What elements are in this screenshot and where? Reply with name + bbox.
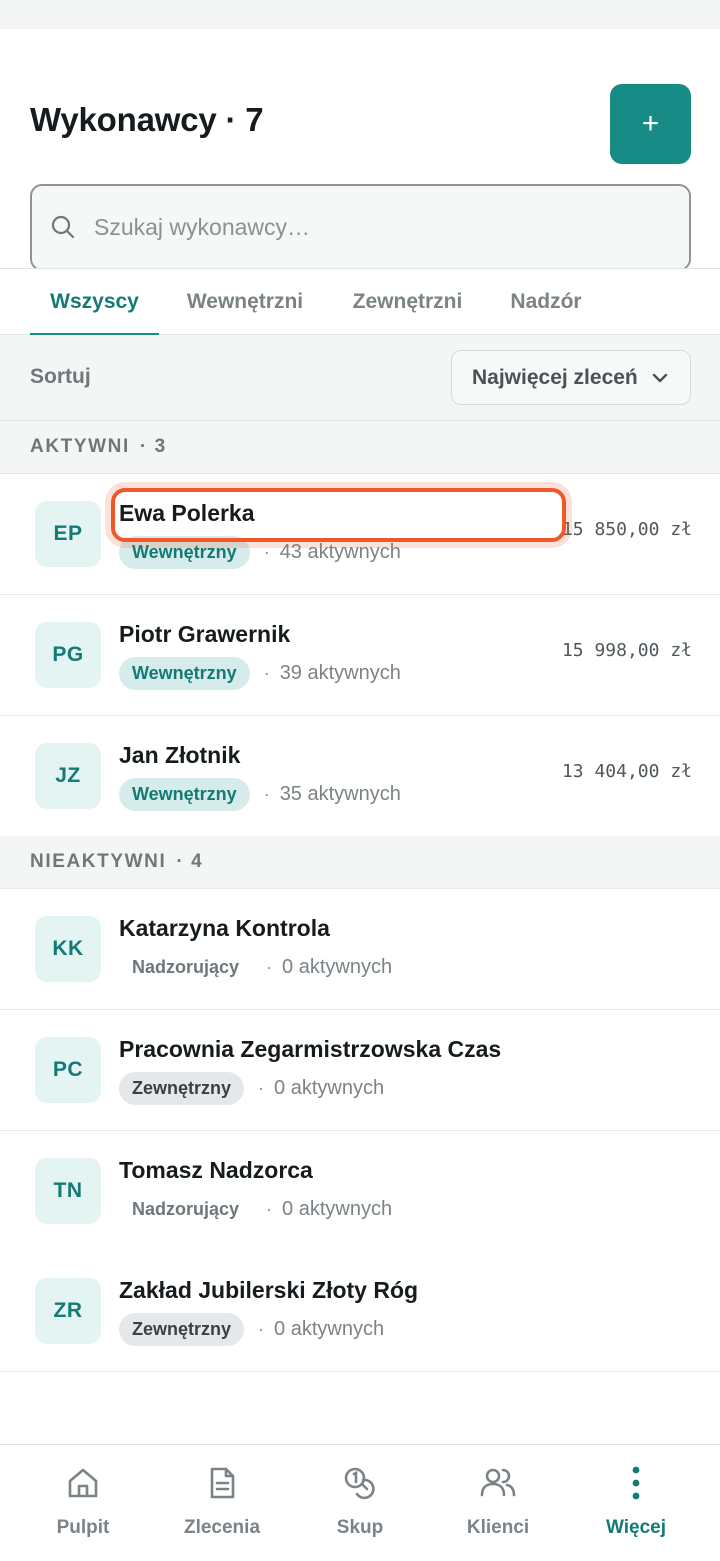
contractor-meta: Zewnętrzny · 0 aktywnych (119, 1313, 384, 1346)
tab-wszyscy[interactable]: Wszyscy (30, 269, 159, 336)
avatar: EP (35, 501, 101, 567)
nav-item-skup[interactable]: Skup (288, 1445, 432, 1561)
type-badge: Zewnętrzny (119, 1072, 245, 1105)
plus-icon: + (641, 107, 660, 140)
amount-value: 15 998,00 zł (561, 640, 692, 661)
section-count: · 4 (176, 851, 204, 872)
search-input[interactable] (94, 214, 654, 241)
chevron-down-icon (650, 368, 670, 388)
active-orders-count: 35 aktywnych (279, 783, 401, 805)
contractor-row[interactable]: PG Piotr Grawernik Wewnętrzny · 39 aktyw… (0, 595, 720, 716)
page-header: Wykonawcy · 7 + (0, 29, 720, 271)
type-badge: Nadzorujący (132, 957, 240, 977)
contractor-meta: Zewnętrzny · 0 aktywnych (119, 1072, 384, 1105)
page-title: Wykonawcy · 7 (30, 101, 264, 138)
contractor-row[interactable]: PC Pracownia Zegarmistrzowska Czas Zewnę… (0, 1010, 720, 1131)
section-count: · 3 (139, 436, 167, 457)
type-badge: Nadzorujący (132, 1199, 240, 1219)
avatar: JZ (35, 743, 101, 809)
users-icon (478, 1463, 518, 1503)
active-orders-count: 0 aktywnych (274, 1077, 385, 1099)
contractor-name: Katarzyna Kontrola (119, 915, 330, 941)
nav-label: Pulpit (56, 1517, 110, 1538)
separator-dot: · (266, 1199, 273, 1219)
contractor-name: Jan Złotnik (119, 742, 241, 768)
active-orders-count: 43 aktywnych (279, 541, 401, 563)
section-header-inactive: NIEAKTYWNI · 4 (0, 836, 720, 889)
nav-item-zlecenia[interactable]: Zlecenia (150, 1445, 294, 1561)
avatar: PG (35, 622, 101, 688)
type-badge: Wewnętrzny (119, 778, 250, 811)
tab-wewnetrzni[interactable]: Wewnętrzni (170, 269, 320, 335)
sort-dropdown[interactable]: Najwięcej zleceń (451, 350, 691, 405)
highlight-box (111, 488, 566, 542)
active-orders-count: 0 aktywnych (282, 956, 393, 978)
contractor-name: Tomasz Nadzorca (119, 1157, 313, 1183)
amount-value: 15 850,00 zł (561, 519, 692, 540)
nav-label: Więcej (605, 1517, 667, 1538)
contractor-name: Zakład Jubilerski Złoty Róg (119, 1277, 419, 1303)
section-title: AKTYWNI (30, 436, 130, 457)
contractor-row[interactable]: JZ Jan Złotnik Wewnętrzny · 35 aktywnych… (0, 716, 720, 837)
type-badge: Wewnętrzny (119, 657, 250, 690)
type-badge: Zewnętrzny (119, 1313, 245, 1346)
contractor-meta: Nadzorujący · 0 aktywnych (119, 1193, 392, 1226)
add-contractor-button[interactable]: + (610, 84, 691, 164)
nav-label: Skup (336, 1517, 384, 1538)
contractor-row[interactable]: ZR Zakład Jubilerski Złoty Róg Zewnętrzn… (0, 1251, 720, 1372)
document-icon (202, 1463, 242, 1503)
contractor-row[interactable]: TN Tomasz Nadzorca Nadzorujący · 0 aktyw… (0, 1131, 720, 1252)
active-orders-count: 39 aktywnych (279, 662, 401, 684)
search-icon (50, 214, 78, 242)
contractor-name: Piotr Grawernik (119, 621, 291, 647)
separator-dot: · (258, 1078, 265, 1098)
contractor-meta: Wewnętrzny · 39 aktywnych (119, 657, 401, 690)
section-header-active: AKTYWNI · 3 (0, 421, 720, 474)
tab-nadzor[interactable]: Nadzór (496, 269, 596, 335)
active-orders-count: 0 aktywnych (282, 1198, 393, 1220)
filter-tabs: Wszyscy Wewnętrzni Zewnętrzni Nadzór (0, 268, 720, 336)
amount-value: 13 404,00 zł (561, 761, 692, 782)
active-orders-count: 0 aktywnych (274, 1318, 385, 1340)
nav-item-pulpit[interactable]: Pulpit (11, 1445, 155, 1561)
separator-dot: · (258, 1319, 265, 1339)
separator-dot: · (263, 542, 270, 562)
nav-item-wiecej[interactable]: Więcej (564, 1445, 708, 1561)
sort-selected-value: Najwięcej zleceń (472, 365, 638, 389)
nav-item-klienci[interactable]: Klienci (426, 1445, 570, 1561)
section-title: NIEAKTYWNI (30, 851, 167, 872)
more-vertical-icon (616, 1463, 656, 1503)
sort-label: Sortuj (30, 365, 91, 388)
contractor-meta: Nadzorujący · 0 aktywnych (119, 951, 392, 984)
home-icon (63, 1463, 103, 1503)
contractor-meta: Wewnętrzny · 35 aktywnych (119, 778, 401, 811)
avatar: TN (35, 1158, 101, 1224)
separator-dot: · (266, 957, 273, 977)
separator-dot: · (263, 784, 270, 804)
avatar: PC (35, 1037, 101, 1103)
nav-label: Klienci (466, 1517, 530, 1538)
contractor-row[interactable]: EP Ewa Polerka Wewnętrzny · 43 aktywnych… (0, 474, 720, 595)
avatar: KK (35, 916, 101, 982)
status-bar (0, 0, 720, 29)
search-box[interactable] (30, 184, 691, 271)
coins-icon (340, 1463, 380, 1503)
contractor-row[interactable]: KK Katarzyna Kontrola Nadzorujący · 0 ak… (0, 889, 720, 1010)
tab-zewnetrzni[interactable]: Zewnętrzni (335, 269, 480, 335)
nav-label: Zlecenia (183, 1517, 261, 1538)
sort-bar: Sortuj Najwięcej zleceń (0, 335, 720, 421)
contractor-name: Pracownia Zegarmistrzowska Czas (119, 1036, 502, 1062)
bottom-navigation: Pulpit Zlecenia Skup Klienci Więcej (0, 1444, 720, 1561)
avatar: ZR (35, 1278, 101, 1344)
separator-dot: · (263, 663, 270, 683)
